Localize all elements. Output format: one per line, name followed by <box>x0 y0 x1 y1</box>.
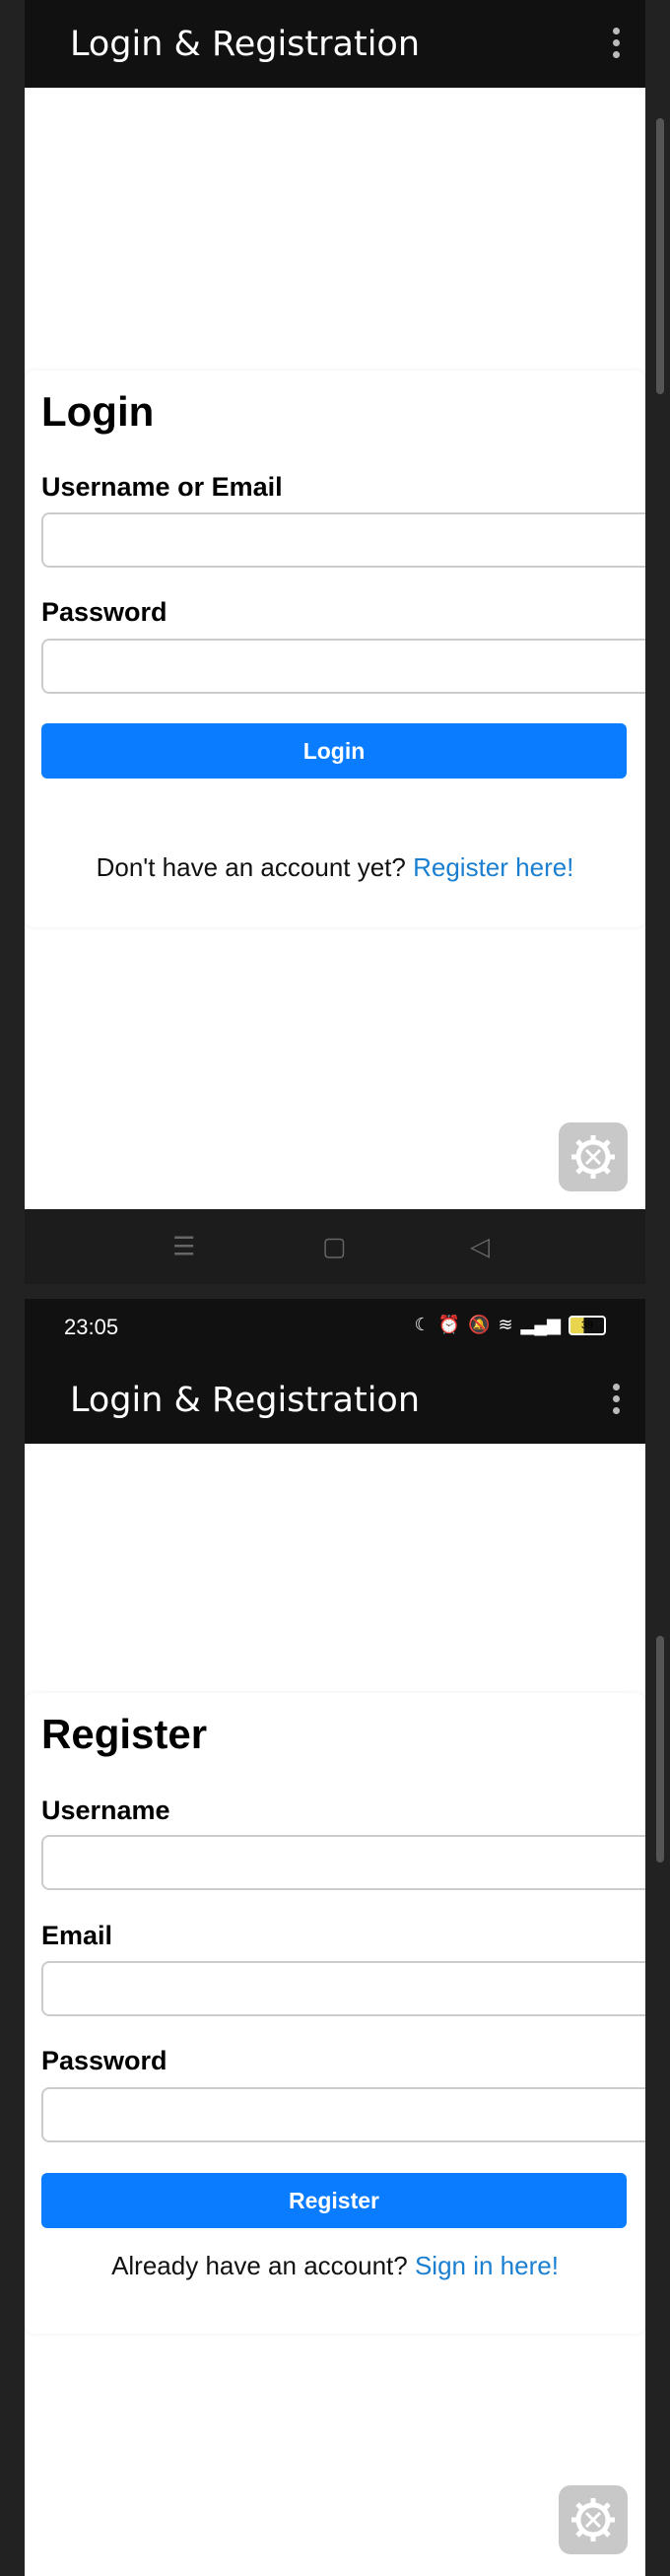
reg-username-input[interactable] <box>41 1835 645 1890</box>
register-card: Register Username Email Password Registe… <box>25 1693 645 2334</box>
login-screen: Login Username or Email Password Login D… <box>25 88 645 1209</box>
app-title-2: Login & Registration <box>70 1380 421 1420</box>
password-label: Password <box>41 597 168 627</box>
alarm-icon: ⏰ <box>437 1315 461 1334</box>
more-options-icon[interactable] <box>610 27 622 61</box>
triangle-back-icon[interactable]: ◁ <box>470 1232 490 1262</box>
username-input[interactable] <box>41 512 645 568</box>
register-prompt: Don't have an account yet? Register here… <box>25 852 645 883</box>
email-label: Email <box>41 1921 113 1950</box>
status-bar: 23:05 ☾ ⏰ 🔕 ≋ ▂▄▆ 39 <box>25 1299 645 1356</box>
register-screen: Register Username Email Password Registe… <box>25 1444 645 2576</box>
top-app-bar: Login & Registration <box>25 0 645 88</box>
register-link[interactable]: Register here! <box>413 852 573 882</box>
register-heading: Register <box>41 1711 208 1757</box>
register-button[interactable]: Register <box>41 2173 627 2228</box>
wifi-icon: ≋ <box>498 1315 513 1334</box>
bottom-app-bar: Login & Registration <box>25 1356 645 1444</box>
scrollbar-2[interactable] <box>656 1636 664 1863</box>
more-options-icon-2[interactable] <box>610 1383 622 1417</box>
menu-lines-icon[interactable]: ☰ <box>172 1232 195 1262</box>
reg-email-input[interactable] <box>41 1961 645 2016</box>
signin-prompt: Already have an account? Sign in here! <box>25 2251 645 2281</box>
username-label: Username or Email <box>41 472 283 502</box>
password-input[interactable] <box>41 639 645 694</box>
bell-off-icon: 🔕 <box>468 1315 491 1334</box>
scrollbar[interactable] <box>656 118 664 394</box>
settings-gear-icon[interactable] <box>559 1122 628 1191</box>
register-prompt-text: Don't have an account yet? <box>96 852 406 882</box>
password-label-2: Password <box>41 2046 168 2075</box>
login-button[interactable]: Login <box>41 723 627 779</box>
reg-password-input[interactable] <box>41 2087 645 2142</box>
settings-gear-icon-2[interactable] <box>559 2485 628 2554</box>
signin-link[interactable]: Sign in here! <box>415 2251 559 2280</box>
status-time: 23:05 <box>64 1315 119 1339</box>
login-heading: Login <box>41 388 155 435</box>
signal-icon: ▂▄▆ <box>520 1315 561 1334</box>
moon-icon: ☾ <box>414 1315 431 1334</box>
login-card: Login Username or Email Password Login D… <box>25 371 645 927</box>
status-icons: ☾ ⏰ 🔕 ≋ ▂▄▆ 39 <box>414 1315 606 1335</box>
battery-icon: 39 <box>569 1315 606 1335</box>
app-title: Login & Registration <box>70 24 421 64</box>
username-label-2: Username <box>41 1796 170 1825</box>
system-nav-bar: ☰ ▢ ◁ <box>25 1209 645 1284</box>
signin-prompt-text: Already have an account? <box>111 2251 408 2280</box>
square-home-icon[interactable]: ▢ <box>322 1232 347 1262</box>
